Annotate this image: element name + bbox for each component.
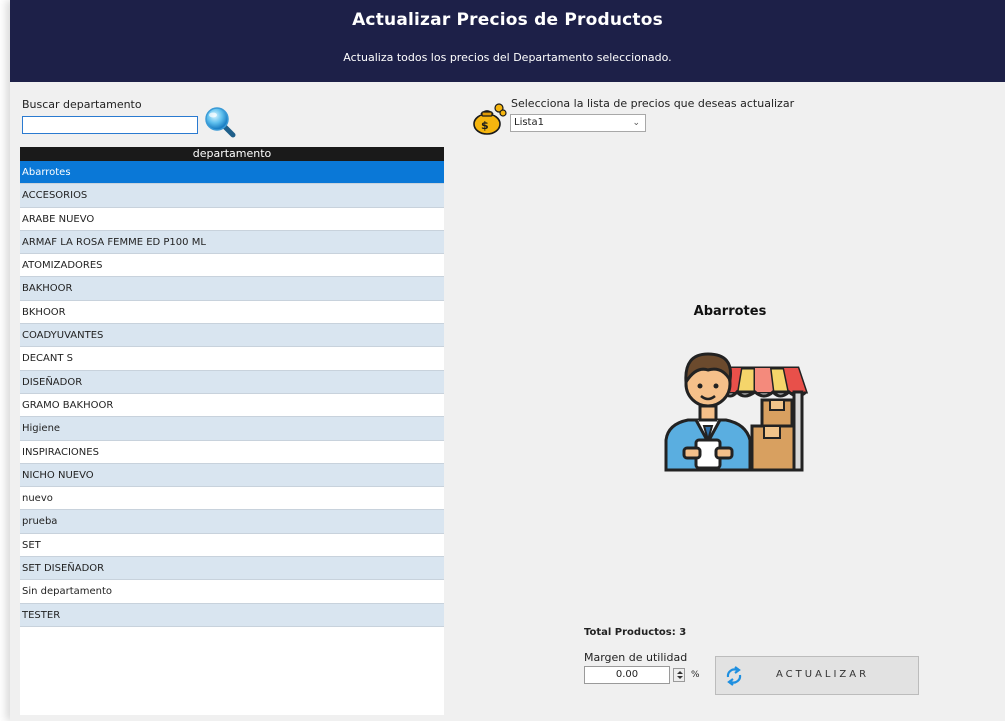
- department-row[interactable]: Higiene: [20, 417, 444, 441]
- department-column-header: departamento: [20, 147, 444, 161]
- department-row[interactable]: GRAMO BAKHOOR: [20, 394, 444, 418]
- department-row[interactable]: BAKHOOR: [20, 277, 444, 301]
- margin-input[interactable]: 0.00: [584, 666, 670, 684]
- page-subtitle: Actualiza todos los precios del Departam…: [343, 51, 672, 64]
- percent-label: %: [691, 670, 700, 680]
- page-title: Actualizar Precios de Productos: [352, 10, 663, 30]
- department-list: Abarrotes ACCESORIOS ARABE NUEVO ARMAF LA R…: [20, 161, 444, 627]
- department-row[interactable]: DECANT S: [20, 347, 444, 371]
- department-row[interactable]: Abarrotes: [20, 161, 444, 185]
- department-row[interactable]: INSPIRACIONES: [20, 441, 444, 464]
- price-list-select[interactable]: Lista1 ⌄: [510, 114, 646, 132]
- update-button[interactable]: ACTUALIZAR: [715, 656, 919, 695]
- department-row[interactable]: Sin departamento: [20, 580, 444, 604]
- shopkeeper-illustration: [664, 352, 809, 472]
- department-row[interactable]: COADYUVANTES: [20, 324, 444, 348]
- money-bag-icon: $: [473, 103, 507, 135]
- department-row[interactable]: TESTER: [20, 603, 444, 627]
- chevron-down-icon: ⌄: [632, 118, 640, 128]
- department-table: departamento Abarrotes ACCESORIOS ARABE NU…: [20, 147, 444, 715]
- department-row[interactable]: SET: [20, 534, 444, 558]
- department-row[interactable]: ATOMIZADORES: [20, 254, 444, 278]
- department-row[interactable]: NICHO NUEVO: [20, 463, 444, 488]
- search-input[interactable]: [22, 116, 198, 134]
- department-row[interactable]: SET DISEÑADOR: [20, 557, 444, 581]
- department-row[interactable]: nuevo: [20, 487, 444, 511]
- header-banner: Actualizar Precios de Productos Actualiz…: [10, 0, 1005, 82]
- update-button-label: ACTUALIZAR: [776, 669, 870, 680]
- department-row[interactable]: BKHOOR: [20, 301, 444, 325]
- total-products: Total Productos: 3: [584, 627, 687, 638]
- department-row[interactable]: prueba: [20, 510, 444, 534]
- search-label: Buscar departamento: [22, 98, 142, 111]
- department-row[interactable]: ARABE NUEVO: [20, 208, 444, 231]
- search-button[interactable]: [202, 106, 238, 138]
- department-row[interactable]: DISEÑADOR: [20, 370, 444, 394]
- refresh-icon: [726, 666, 742, 686]
- department-row[interactable]: ARMAF LA ROSA FEMME ED P100 ML: [20, 230, 444, 255]
- price-list-label: Selecciona la lista de precios que desea…: [511, 97, 795, 110]
- margin-spinner[interactable]: [673, 668, 685, 682]
- department-row[interactable]: ACCESORIOS: [20, 184, 444, 208]
- app-window: Actualizar Precios de Productos Actualiz…: [10, 0, 1005, 721]
- svg-text:$: $: [481, 119, 489, 132]
- magnifier-icon: [205, 107, 236, 138]
- price-list-selected-value: Lista1: [514, 117, 544, 128]
- selected-department-name: Abarrotes: [693, 304, 767, 319]
- margin-label: Margen de utilidad: [584, 651, 688, 664]
